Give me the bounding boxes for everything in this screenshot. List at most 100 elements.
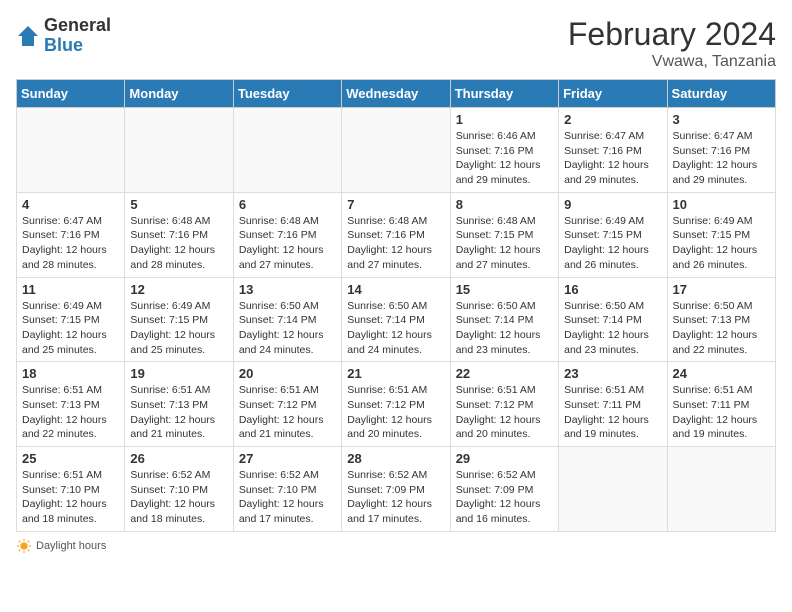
calendar-cell	[17, 108, 125, 193]
day-info: Sunrise: 6:52 AM Sunset: 7:10 PM Dayligh…	[130, 468, 227, 527]
day-info: Sunrise: 6:48 AM Sunset: 7:16 PM Dayligh…	[347, 214, 444, 273]
calendar-cell: 9Sunrise: 6:49 AM Sunset: 7:15 PM Daylig…	[559, 192, 667, 277]
day-info: Sunrise: 6:49 AM Sunset: 7:15 PM Dayligh…	[673, 214, 770, 273]
day-number: 25	[22, 451, 119, 466]
day-number: 26	[130, 451, 227, 466]
calendar-cell: 18 Sunrise: 6:51 AM Sunset: 7:13 PM Dayli…	[17, 362, 125, 447]
day-number: 27	[239, 451, 336, 466]
calendar-cell: 10 Sunrise: 6:49 AM Sunset: 7:15 PM Dayli…	[667, 192, 775, 277]
day-number: 2	[564, 112, 661, 127]
day-info: Sunrise: 6:48 AM Sunset: 7:16 PM Dayligh…	[239, 214, 336, 273]
calendar-cell	[125, 108, 233, 193]
calendar-cell: 4 Sunrise: 6:47 AM Sunset: 7:16 PM Daylig…	[17, 192, 125, 277]
col-header-friday: Friday	[559, 80, 667, 108]
day-number: 7	[347, 197, 444, 212]
col-header-sunday: Sunday	[17, 80, 125, 108]
col-header-monday: Monday	[125, 80, 233, 108]
day-number: 17	[673, 282, 770, 297]
day-number: 10	[673, 197, 770, 212]
col-header-wednesday: Wednesday	[342, 80, 450, 108]
col-header-saturday: Saturday	[667, 80, 775, 108]
calendar-cell: 8 Sunrise: 6:48 AM Sunset: 7:15 PM Daylig…	[450, 192, 558, 277]
week-row-1: 4 Sunrise: 6:47 AM Sunset: 7:16 PM Daylig…	[17, 192, 776, 277]
calendar-cell: 19 Sunrise: 6:51 AM Sunset: 7:13 PM Dayli…	[125, 362, 233, 447]
logo-icon	[16, 24, 40, 48]
calendar-cell: 2 Sunrise: 6:47 AM Sunset: 7:16 PM Daylig…	[559, 108, 667, 193]
calendar-cell: 13 Sunrise: 6:50 AM Sunset: 7:14 PM Dayli…	[233, 277, 341, 362]
day-info: Sunrise: 6:49 AM Sunset: 7:15 PM Dayligh…	[22, 299, 119, 358]
week-row-3: 18 Sunrise: 6:51 AM Sunset: 7:13 PM Dayli…	[17, 362, 776, 447]
day-number: 9	[564, 197, 661, 212]
day-number: 16	[564, 282, 661, 297]
day-info: Sunrise: 6:50 AM Sunset: 7:14 PM Dayligh…	[239, 299, 336, 358]
day-info: Sunrise: 6:52 AM Sunset: 7:09 PM Dayligh…	[347, 468, 444, 527]
col-header-thursday: Thursday	[450, 80, 558, 108]
calendar-cell: 1Sunrise: 6:46 AM Sunset: 7:16 PM Daylig…	[450, 108, 558, 193]
day-number: 11	[22, 282, 119, 297]
calendar-cell: 7 Sunrise: 6:48 AM Sunset: 7:16 PM Daylig…	[342, 192, 450, 277]
calendar-cell: 5Sunrise: 6:48 AM Sunset: 7:16 PM Daylig…	[125, 192, 233, 277]
footer: Daylight hours	[16, 538, 776, 554]
logo-blue: Blue	[44, 35, 83, 55]
logo-text: General Blue	[44, 16, 111, 56]
day-number: 14	[347, 282, 444, 297]
calendar-cell: 29Sunrise: 6:52 AM Sunset: 7:09 PM Dayli…	[450, 447, 558, 532]
calendar-table: SundayMondayTuesdayWednesdayThursdayFrid…	[16, 79, 776, 532]
day-info: Sunrise: 6:48 AM Sunset: 7:15 PM Dayligh…	[456, 214, 553, 273]
day-info: Sunrise: 6:49 AM Sunset: 7:15 PM Dayligh…	[130, 299, 227, 358]
day-number: 1	[456, 112, 553, 127]
week-row-2: 11 Sunrise: 6:49 AM Sunset: 7:15 PM Dayli…	[17, 277, 776, 362]
sun-icon	[16, 538, 32, 554]
day-number: 24	[673, 366, 770, 381]
calendar-cell: 11 Sunrise: 6:49 AM Sunset: 7:15 PM Dayli…	[17, 277, 125, 362]
day-info: Sunrise: 6:51 AM Sunset: 7:12 PM Dayligh…	[347, 383, 444, 442]
week-row-4: 25 Sunrise: 6:51 AM Sunset: 7:10 PM Dayli…	[17, 447, 776, 532]
calendar-cell: 14 Sunrise: 6:50 AM Sunset: 7:14 PM Dayli…	[342, 277, 450, 362]
day-number: 15	[456, 282, 553, 297]
day-number: 13	[239, 282, 336, 297]
day-number: 18	[22, 366, 119, 381]
day-number: 5	[130, 197, 227, 212]
day-number: 6	[239, 197, 336, 212]
day-info: Sunrise: 6:50 AM Sunset: 7:14 PM Dayligh…	[456, 299, 553, 358]
title-area: February 2024 Vwawa, Tanzania	[568, 16, 776, 71]
day-number: 28	[347, 451, 444, 466]
calendar-cell: 17Sunrise: 6:50 AM Sunset: 7:13 PM Dayli…	[667, 277, 775, 362]
day-number: 21	[347, 366, 444, 381]
day-number: 4	[22, 197, 119, 212]
calendar-cell	[559, 447, 667, 532]
day-info: Sunrise: 6:47 AM Sunset: 7:16 PM Dayligh…	[564, 129, 661, 188]
logo: General Blue	[16, 16, 111, 56]
day-info: Sunrise: 6:51 AM Sunset: 7:13 PM Dayligh…	[22, 383, 119, 442]
calendar-cell: 24 Sunrise: 6:51 AM Sunset: 7:11 PM Dayli…	[667, 362, 775, 447]
calendar-cell: 6 Sunrise: 6:48 AM Sunset: 7:16 PM Daylig…	[233, 192, 341, 277]
calendar-cell	[342, 108, 450, 193]
calendar-cell	[667, 447, 775, 532]
calendar-cell: 28 Sunrise: 6:52 AM Sunset: 7:09 PM Dayli…	[342, 447, 450, 532]
day-info: Sunrise: 6:50 AM Sunset: 7:14 PM Dayligh…	[347, 299, 444, 358]
day-number: 8	[456, 197, 553, 212]
day-info: Sunrise: 6:51 AM Sunset: 7:12 PM Dayligh…	[239, 383, 336, 442]
calendar-cell: 25 Sunrise: 6:51 AM Sunset: 7:10 PM Dayli…	[17, 447, 125, 532]
calendar-cell: 15 Sunrise: 6:50 AM Sunset: 7:14 PM Dayli…	[450, 277, 558, 362]
day-info: Sunrise: 6:47 AM Sunset: 7:16 PM Dayligh…	[22, 214, 119, 273]
logo-general: General	[44, 15, 111, 35]
calendar-cell: 16 Sunrise: 6:50 AM Sunset: 7:14 PM Dayli…	[559, 277, 667, 362]
day-info: Sunrise: 6:47 AM Sunset: 7:16 PM Dayligh…	[673, 129, 770, 188]
col-header-tuesday: Tuesday	[233, 80, 341, 108]
calendar-cell: 12 Sunrise: 6:49 AM Sunset: 7:15 PM Dayli…	[125, 277, 233, 362]
day-info: Sunrise: 6:51 AM Sunset: 7:13 PM Dayligh…	[130, 383, 227, 442]
day-info: Sunrise: 6:51 AM Sunset: 7:10 PM Dayligh…	[22, 468, 119, 527]
day-number: 12	[130, 282, 227, 297]
header-row: SundayMondayTuesdayWednesdayThursdayFrid…	[17, 80, 776, 108]
header: General Blue February 2024 Vwawa, Tanzan…	[16, 16, 776, 71]
footer-label: Daylight hours	[36, 540, 106, 552]
day-info: Sunrise: 6:50 AM Sunset: 7:14 PM Dayligh…	[564, 299, 661, 358]
day-number: 19	[130, 366, 227, 381]
day-number: 3	[673, 112, 770, 127]
day-info: Sunrise: 6:51 AM Sunset: 7:11 PM Dayligh…	[673, 383, 770, 442]
calendar-cell	[233, 108, 341, 193]
day-info: Sunrise: 6:52 AM Sunset: 7:09 PM Dayligh…	[456, 468, 553, 527]
day-number: 22	[456, 366, 553, 381]
calendar-cell: 20Sunrise: 6:51 AM Sunset: 7:12 PM Dayli…	[233, 362, 341, 447]
